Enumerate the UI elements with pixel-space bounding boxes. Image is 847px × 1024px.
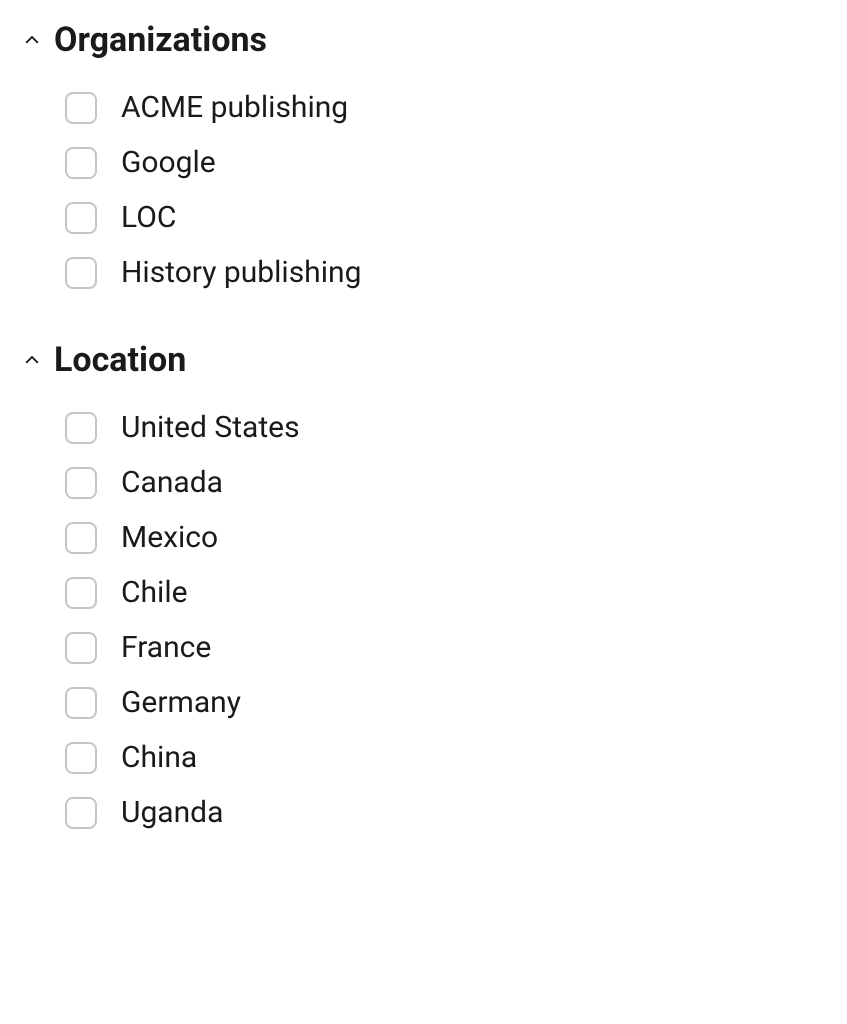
checkbox[interactable] [65, 257, 97, 289]
filter-option[interactable]: ACME publishing [65, 90, 827, 125]
option-label: Germany [121, 685, 241, 720]
checkbox[interactable] [65, 92, 97, 124]
filter-option[interactable]: Google [65, 145, 827, 180]
checkbox[interactable] [65, 797, 97, 829]
option-label: Mexico [121, 520, 218, 555]
filter-option[interactable]: Germany [65, 685, 827, 720]
checkbox[interactable] [65, 467, 97, 499]
filter-section-location: Location United States Canada Mexico Chi… [20, 340, 827, 830]
option-label: Canada [121, 465, 223, 500]
filter-options-organizations: ACME publishing Google LOC History publi… [20, 90, 827, 290]
option-label: Google [121, 145, 216, 180]
option-label: ACME publishing [121, 90, 348, 125]
option-label: LOC [121, 200, 176, 235]
filter-title-organizations: Organizations [54, 20, 267, 60]
filter-option[interactable]: France [65, 630, 827, 665]
filter-option[interactable]: China [65, 740, 827, 775]
checkbox[interactable] [65, 522, 97, 554]
filter-option[interactable]: Mexico [65, 520, 827, 555]
option-label: History publishing [121, 255, 361, 290]
checkbox[interactable] [65, 632, 97, 664]
filter-header-organizations[interactable]: Organizations [20, 20, 827, 60]
checkbox[interactable] [65, 687, 97, 719]
chevron-up-icon [20, 348, 44, 372]
filter-option[interactable]: United States [65, 410, 827, 445]
option-label: China [121, 740, 197, 775]
filter-option[interactable]: Uganda [65, 795, 827, 830]
filter-option[interactable]: Canada [65, 465, 827, 500]
checkbox[interactable] [65, 202, 97, 234]
filter-option[interactable]: History publishing [65, 255, 827, 290]
filter-options-location: United States Canada Mexico Chile France… [20, 410, 827, 830]
filter-header-location[interactable]: Location [20, 340, 827, 380]
filter-option[interactable]: Chile [65, 575, 827, 610]
checkbox[interactable] [65, 147, 97, 179]
filter-title-location: Location [54, 340, 186, 380]
option-label: Uganda [121, 795, 223, 830]
option-label: Chile [121, 575, 188, 610]
checkbox[interactable] [65, 742, 97, 774]
checkbox[interactable] [65, 412, 97, 444]
checkbox[interactable] [65, 577, 97, 609]
chevron-up-icon [20, 28, 44, 52]
filter-option[interactable]: LOC [65, 200, 827, 235]
option-label: United States [121, 410, 300, 445]
option-label: France [121, 630, 211, 665]
filter-section-organizations: Organizations ACME publishing Google LOC… [20, 20, 827, 290]
